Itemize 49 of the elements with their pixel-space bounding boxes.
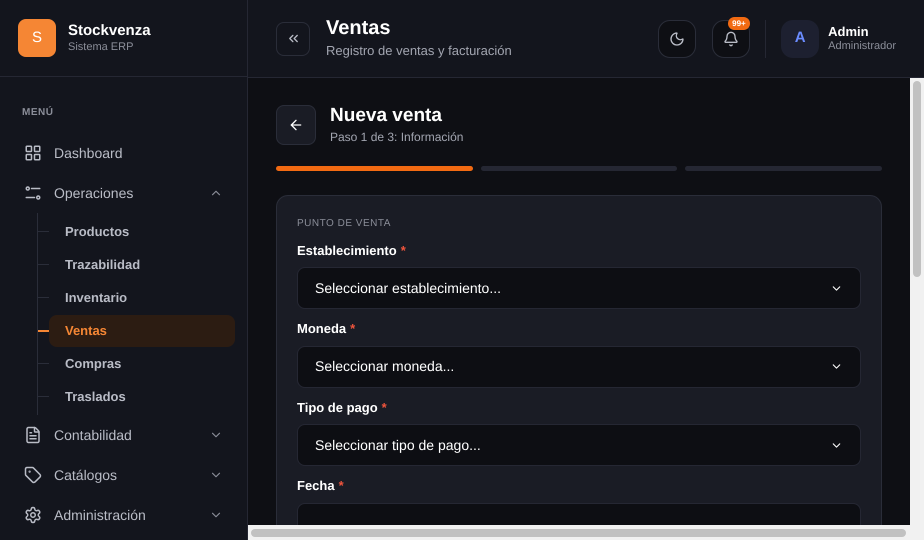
page-subtitle: Registro de ventas y facturación <box>326 42 513 60</box>
select-field[interactable]: Seleccionar tipo de pago... <box>297 424 861 466</box>
required-asterisk: * <box>382 398 387 417</box>
vertical-scrollbar[interactable] <box>910 78 924 525</box>
collapse-sidebar-button[interactable] <box>276 22 310 56</box>
field-label: Moneda <box>297 320 346 338</box>
nav-subitem[interactable]: Inventario <box>49 282 235 314</box>
select-field[interactable]: Seleccionar establecimiento... <box>297 267 861 310</box>
notification-badge: 99+ <box>728 16 750 30</box>
tag-icon <box>24 466 42 484</box>
nav-subitem[interactable]: Traslados <box>49 380 235 412</box>
brand-name: Stockvenza <box>68 22 151 40</box>
field-label: Fecha <box>297 477 335 496</box>
required-asterisk: * <box>338 477 344 496</box>
notifications-button[interactable] <box>712 20 750 58</box>
nav-item[interactable]: Operaciones <box>12 173 235 213</box>
theme-toggle-button[interactable] <box>658 20 696 58</box>
moon-icon <box>669 30 686 46</box>
user-name: Admin <box>828 24 870 40</box>
document-icon <box>24 426 42 444</box>
field-label: Tipo de pago <box>297 398 378 417</box>
nav-item[interactable]: Catálogos <box>12 455 235 495</box>
required-asterisk: * <box>400 242 406 260</box>
nav-subitem[interactable]: Compras <box>49 348 235 380</box>
nav-item[interactable]: Dashboard <box>12 133 235 173</box>
form-title: Nueva venta <box>330 104 443 128</box>
user-avatar[interactable]: A <box>781 20 820 58</box>
nav-item[interactable]: Administración <box>12 495 235 535</box>
section-label: PUNTO DE VENTA <box>297 216 392 231</box>
select-field[interactable]: Seleccionar moneda... <box>297 346 861 388</box>
nav-item[interactable]: Contabilidad <box>12 415 235 455</box>
back-button[interactable] <box>276 104 316 145</box>
section-label: MENÚ <box>22 107 54 118</box>
bell-icon <box>723 30 740 46</box>
arrow-left-icon <box>288 116 304 133</box>
step-indicator: Paso 1 de 3: Información <box>330 128 464 146</box>
field-label: Establecimiento <box>297 242 397 260</box>
grid-icon <box>24 144 42 162</box>
brand-subtitle: Sistema ERP <box>68 40 134 54</box>
required-asterisk: * <box>350 320 356 338</box>
horizontal-scrollbar[interactable] <box>248 525 924 540</box>
user-role: Administrador <box>828 40 896 54</box>
nav-subitem[interactable]: Ventas <box>49 314 235 346</box>
sliders-icon <box>24 184 42 202</box>
nav-subitem[interactable]: Trazabilidad <box>49 248 235 280</box>
settings-icon <box>24 506 42 524</box>
nav-subitem[interactable]: Productos <box>49 216 235 248</box>
brand-logo: S <box>18 19 56 57</box>
page-title: Ventas <box>326 16 392 42</box>
